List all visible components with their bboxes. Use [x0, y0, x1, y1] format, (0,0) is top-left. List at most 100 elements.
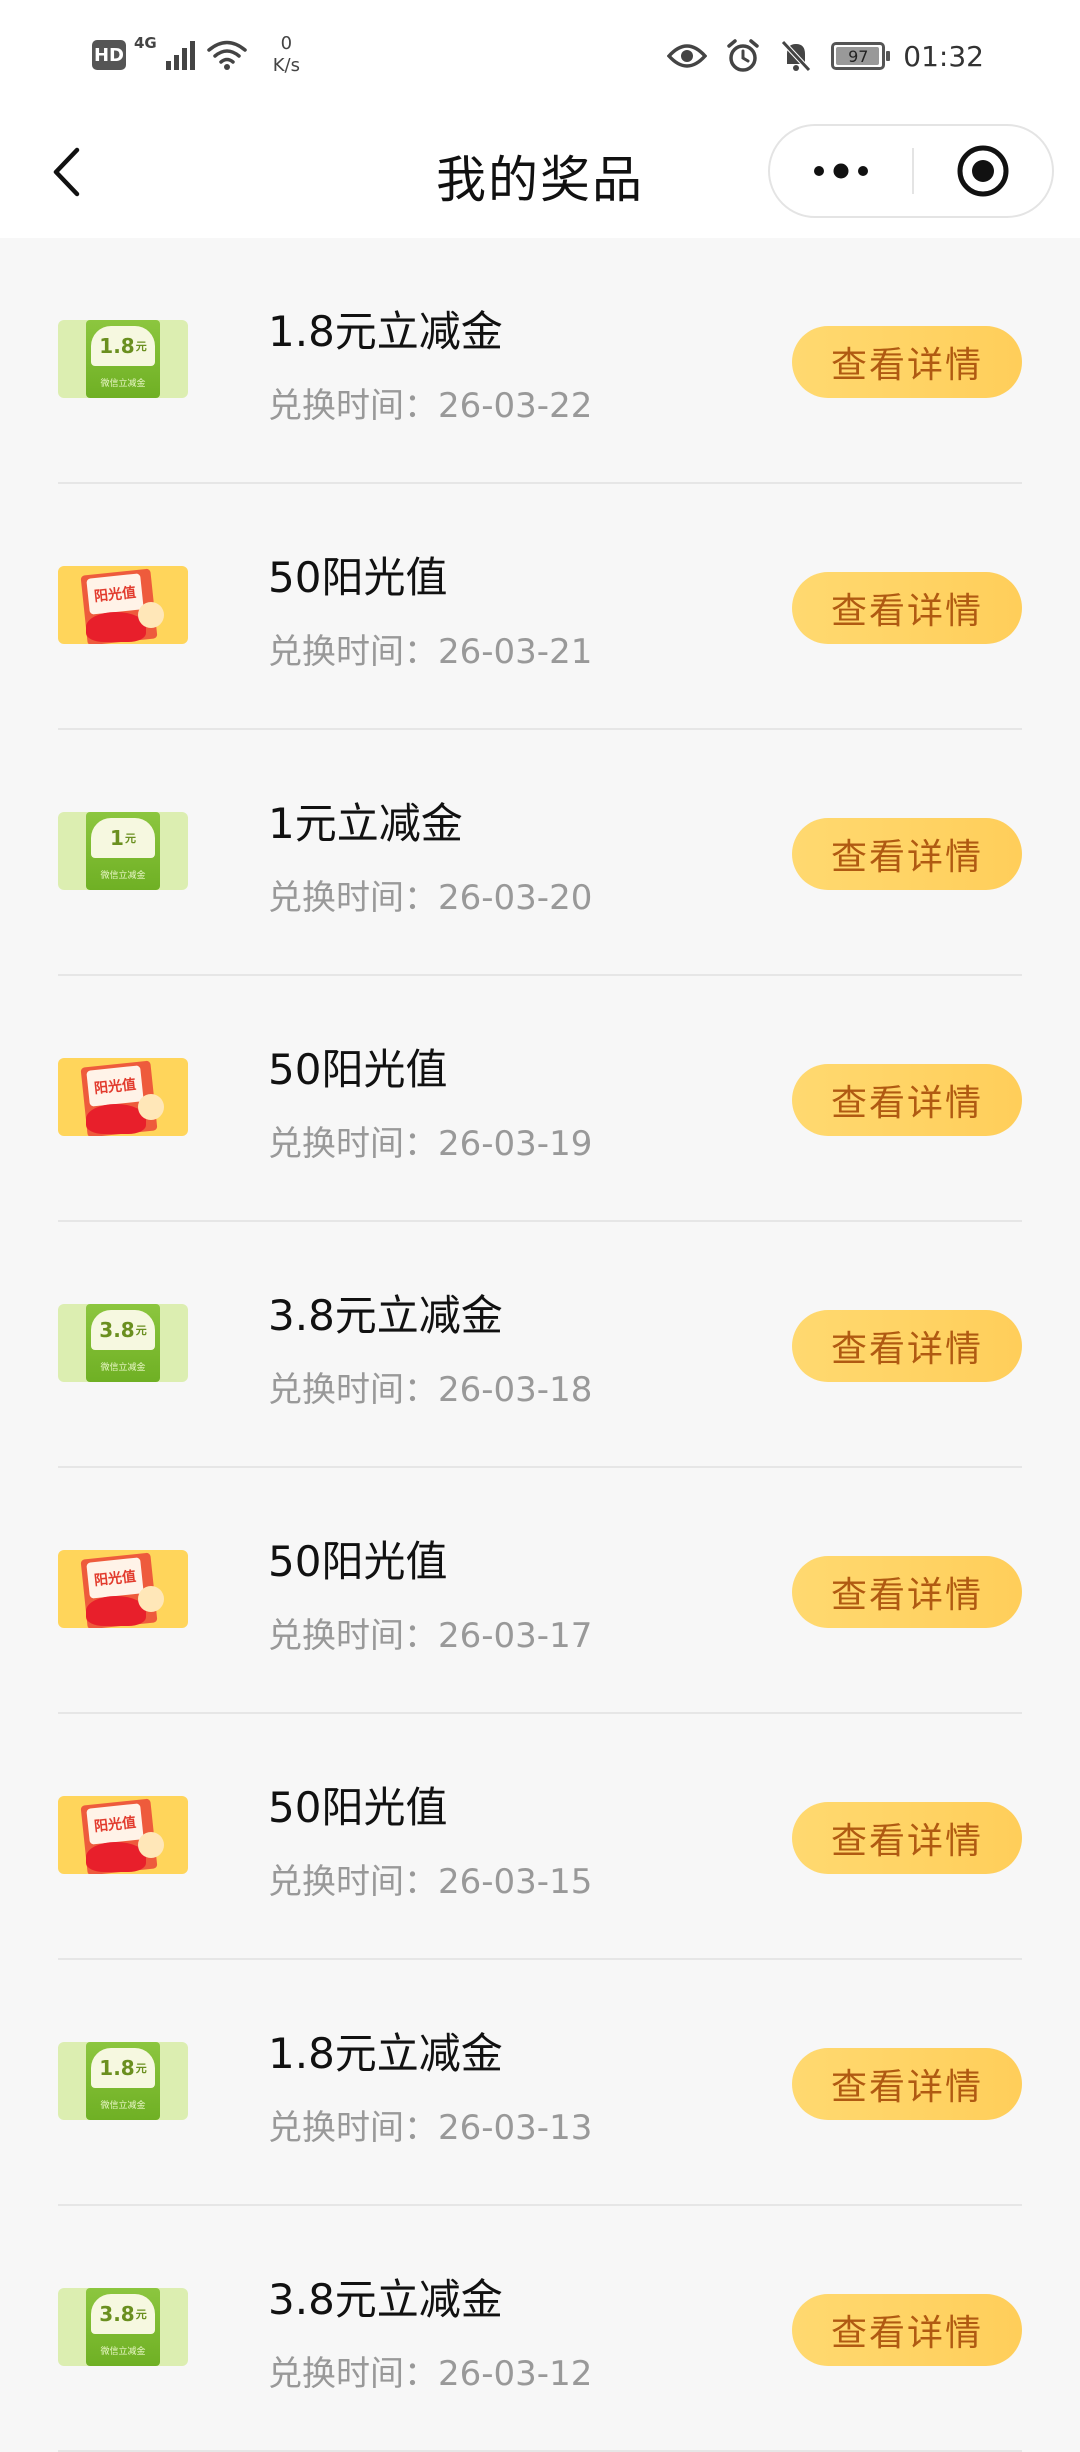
sunshine-thumbnail: 阳光值	[58, 566, 188, 644]
prize-row: 阳光值 50阳光值 兑换时间：26-03-17 查看详情	[0, 1468, 1080, 1714]
exchange-date: 兑换时间：26-03-17	[268, 1616, 593, 1656]
prize-row: 阳光值 50阳光值 兑换时间：26-03-19 查看详情	[0, 976, 1080, 1222]
coupon-caption: 微信立减金	[100, 2347, 146, 2357]
speed-value: 0	[280, 33, 293, 54]
coupon-value: 1.8	[99, 334, 135, 358]
sunshine-label: 阳光值	[86, 1803, 144, 1845]
red-envelope-shape	[86, 1842, 146, 1872]
coupon-value: 3.8	[99, 2302, 135, 2326]
exchange-date: 兑换时间：26-03-13	[268, 2108, 593, 2148]
coupon-unit: 元	[135, 1324, 147, 1337]
sunshine-thumbnail: 阳光值	[58, 1796, 188, 1874]
prize-row: 3.8 元微信立减金 3.8元立减金 兑换时间：26-03-18 查看详情	[0, 1222, 1080, 1468]
prize-row: 1.8 元微信立减金 1.8元立减金 兑换时间：26-03-13 查看详情	[0, 1960, 1080, 2206]
view-details-button[interactable]: 查看详情	[792, 2294, 1022, 2366]
sparkle-decoration	[138, 1832, 164, 1858]
prize-row: 阳光值 50阳光值 兑换时间：26-03-15 查看详情	[0, 1714, 1080, 1960]
coupon-amount: 1元	[91, 818, 155, 858]
battery-indicator: 97	[831, 42, 891, 70]
exchange-date: 兑换时间：26-03-15	[268, 1862, 593, 1902]
more-button[interactable]	[770, 126, 912, 216]
coupon-thumbnail: 1.8 元微信立减金	[58, 2042, 188, 2120]
coupon-value: 1	[110, 826, 124, 850]
close-miniprogram-button[interactable]	[914, 126, 1052, 216]
network-type: 4G	[134, 34, 157, 52]
more-dots-icon	[814, 163, 868, 179]
sunshine-label: 阳光值	[86, 1065, 144, 1107]
prize-row: 1.8 元微信立减金 1.8元立减金 兑换时间：26-03-22 查看详情	[0, 238, 1080, 484]
alarm-icon	[727, 39, 760, 72]
coupon-unit: 元	[124, 832, 136, 845]
red-envelope-shape	[86, 1596, 146, 1626]
sparkle-decoration	[138, 602, 164, 628]
status-time: 01:32	[903, 39, 984, 73]
coupon-caption: 微信立减金	[100, 871, 146, 881]
prize-name: 50阳光值	[268, 553, 448, 602]
coupon-amount: 1.8 元	[91, 2048, 155, 2088]
prize-name: 1.8元立减金	[268, 2029, 503, 2078]
prize-row: 阳光值 50阳光值 兑换时间：26-03-21 查看详情	[0, 484, 1080, 730]
prize-row: 1 元微信立减金 1元立减金 兑换时间：26-03-20 查看详情	[0, 730, 1080, 976]
view-details-button[interactable]: 查看详情	[792, 326, 1022, 398]
exchange-date: 兑换时间：26-03-21	[268, 632, 593, 672]
exchange-date: 兑换时间：26-03-19	[268, 1124, 593, 1164]
view-details-button[interactable]: 查看详情	[792, 1064, 1022, 1136]
status-bar: HD 4G 0 K/s 97 01:32	[0, 0, 1080, 110]
status-right: 97 01:32	[667, 32, 984, 80]
prize-name: 3.8元立减金	[268, 2275, 503, 2324]
miniprogram-capsule	[768, 124, 1054, 218]
view-details-button[interactable]: 查看详情	[792, 1802, 1022, 1874]
coupon-value: 1.8	[99, 2056, 135, 2080]
coupon-thumbnail: 3.8 元微信立减金	[58, 2288, 188, 2366]
view-details-button[interactable]: 查看详情	[792, 572, 1022, 644]
view-details-button[interactable]: 查看详情	[792, 1556, 1022, 1628]
sparkle-decoration	[138, 1586, 164, 1612]
prize-name: 50阳光值	[268, 1537, 448, 1586]
view-details-button[interactable]: 查看详情	[792, 818, 1022, 890]
hd-badge: HD	[92, 40, 126, 70]
coupon-thumbnail: 1 元微信立减金	[58, 812, 188, 890]
prize-name: 3.8元立减金	[268, 1291, 503, 1340]
prize-name: 50阳光值	[268, 1045, 448, 1094]
prize-row: 3.8 元微信立减金 3.8元立减金 兑换时间：26-03-12 查看详情	[0, 2206, 1080, 2452]
sparkle-decoration	[138, 1094, 164, 1120]
nav-bar: 我的奖品	[0, 110, 1080, 238]
network-speed: 0 K/s	[273, 33, 300, 77]
coupon-value: 3.8	[99, 1318, 135, 1342]
sunshine-thumbnail: 阳光值	[58, 1550, 188, 1628]
coupon-thumbnail: 3.8 元微信立减金	[58, 1304, 188, 1382]
view-details-button[interactable]: 查看详情	[792, 1310, 1022, 1382]
red-envelope-shape	[86, 1104, 146, 1134]
exchange-date: 兑换时间：26-03-18	[268, 1370, 593, 1410]
view-details-button[interactable]: 查看详情	[792, 2048, 1022, 2120]
coupon-thumbnail: 1.8 元微信立减金	[58, 320, 188, 398]
sunshine-label: 阳光值	[86, 573, 144, 615]
sunshine-thumbnail: 阳光值	[58, 1058, 188, 1136]
coupon-unit: 元	[135, 2308, 147, 2321]
wifi-icon	[207, 40, 247, 70]
coupon-caption: 微信立减金	[100, 379, 146, 389]
prize-name: 1元立减金	[268, 799, 463, 848]
exchange-date: 兑换时间：26-03-22	[268, 386, 593, 426]
eye-icon	[667, 44, 708, 68]
coupon-caption: 微信立减金	[100, 1363, 146, 1373]
battery-level: 97	[848, 46, 869, 66]
coupon-unit: 元	[135, 2062, 147, 2075]
speed-unit: K/s	[272, 55, 300, 76]
prize-list: 1.8 元微信立减金 1.8元立减金 兑换时间：26-03-22 查看详情 阳光值…	[0, 238, 1080, 2452]
coupon-amount: 1.8 元	[91, 326, 155, 366]
exchange-date: 兑换时间：26-03-20	[268, 878, 593, 918]
sunshine-label: 阳光值	[86, 1557, 144, 1599]
chevron-left-icon	[53, 147, 80, 197]
coupon-unit: 元	[135, 340, 147, 353]
prize-name: 50阳光值	[268, 1783, 448, 1832]
cellular-signal-icon	[165, 41, 195, 70]
mute-bell-icon	[781, 40, 812, 72]
coupon-amount: 3.8 元	[91, 2294, 155, 2334]
status-left: HD 4G 0 K/s	[92, 30, 300, 80]
coupon-amount: 3.8 元	[91, 1310, 155, 1350]
target-close-icon	[957, 145, 1009, 197]
coupon-caption: 微信立减金	[100, 2101, 146, 2111]
back-button[interactable]	[36, 140, 96, 204]
exchange-date: 兑换时间：26-03-12	[268, 2354, 593, 2394]
